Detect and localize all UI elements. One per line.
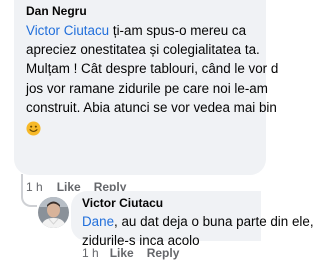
comment-text: Victor Ciutacu ți-am spus-o mereu ca apr… bbox=[26, 21, 279, 136]
reply-actions: 1 h Like Reply bbox=[82, 246, 179, 260]
comment-line-4: jos vor ramane zidurile pe care noi le-a… bbox=[26, 80, 268, 96]
reply-line-1: , au dat deja o buna parte din ele, bbox=[114, 214, 314, 229]
smile-emoji-icon bbox=[26, 121, 41, 136]
comment-mention[interactable]: Victor Ciutacu bbox=[26, 23, 109, 38]
reply-author[interactable]: Victor Ciutacu bbox=[82, 196, 163, 210]
comment-like-button[interactable]: Like bbox=[57, 180, 81, 194]
reply-text: Dane, au dat deja o buna parte din ele, … bbox=[82, 212, 314, 250]
comment-author[interactable]: Dan Negru bbox=[26, 4, 87, 18]
avatar[interactable] bbox=[38, 197, 69, 228]
reply-reply-button[interactable]: Reply bbox=[147, 246, 180, 260]
comment-line-2: apreciez onestitatea și colegialitatea t… bbox=[26, 42, 260, 58]
comment-line-1: ți-am spus-o mereu ca bbox=[109, 23, 247, 38]
reply-mention[interactable]: Dane bbox=[82, 214, 114, 229]
reply-time[interactable]: 1 h bbox=[82, 246, 99, 260]
thread-connector bbox=[21, 174, 37, 207]
comment-line-3: Mulțam ! Cât despre tablouri, când le vo… bbox=[26, 61, 279, 77]
reply-like-button[interactable]: Like bbox=[110, 246, 134, 260]
comment-line-5: construit. Abia atunci se vor vedea mai … bbox=[26, 99, 277, 115]
